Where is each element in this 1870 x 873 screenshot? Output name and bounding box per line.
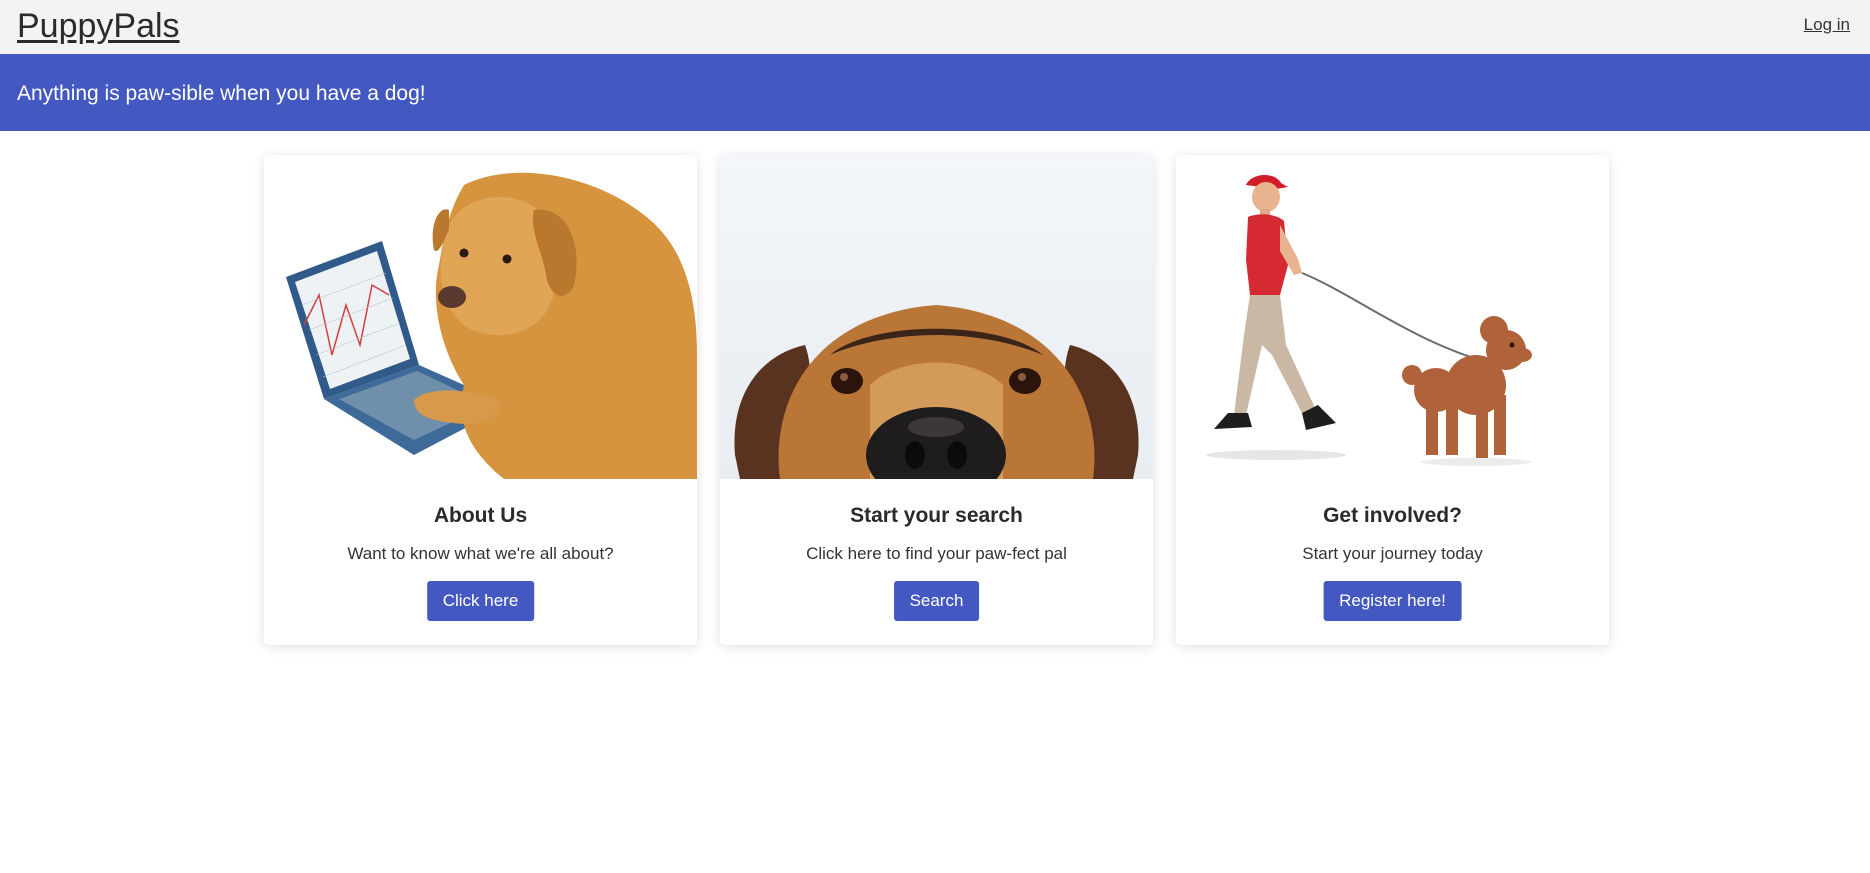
card-title: About Us xyxy=(433,504,528,527)
card-image-man-walking-poodle xyxy=(1176,155,1609,479)
card-get-involved: Get involved? Start your journey today R… xyxy=(1176,155,1609,645)
card-about-us: About Us Want to know what we're all abo… xyxy=(264,155,697,645)
brand-logo-link[interactable]: PuppyPals xyxy=(17,6,180,46)
card-title: Start your search xyxy=(850,504,1023,527)
card-text: Start your journey today xyxy=(1302,544,1483,563)
navbar: PuppyPals Log in xyxy=(0,0,1870,54)
card-text: Want to know what we're all about? xyxy=(347,544,614,563)
register-button[interactable]: Register here! xyxy=(1323,581,1462,621)
card-title: Get involved? xyxy=(1323,504,1462,527)
card-image-dog-laptop xyxy=(264,155,697,479)
click-here-button[interactable]: Click here xyxy=(426,581,535,621)
card-text: Click here to find your paw-fect pal xyxy=(806,544,1067,563)
banner-tagline: Anything is paw-sible when you have a do… xyxy=(17,82,426,105)
hero-banner: Anything is paw-sible when you have a do… xyxy=(0,54,1870,131)
search-button[interactable]: Search xyxy=(893,581,980,621)
login-link[interactable]: Log in xyxy=(1804,14,1850,36)
card-start-search: Start your search Click here to find you… xyxy=(720,155,1153,645)
card-image-dog-peeking xyxy=(720,155,1153,479)
